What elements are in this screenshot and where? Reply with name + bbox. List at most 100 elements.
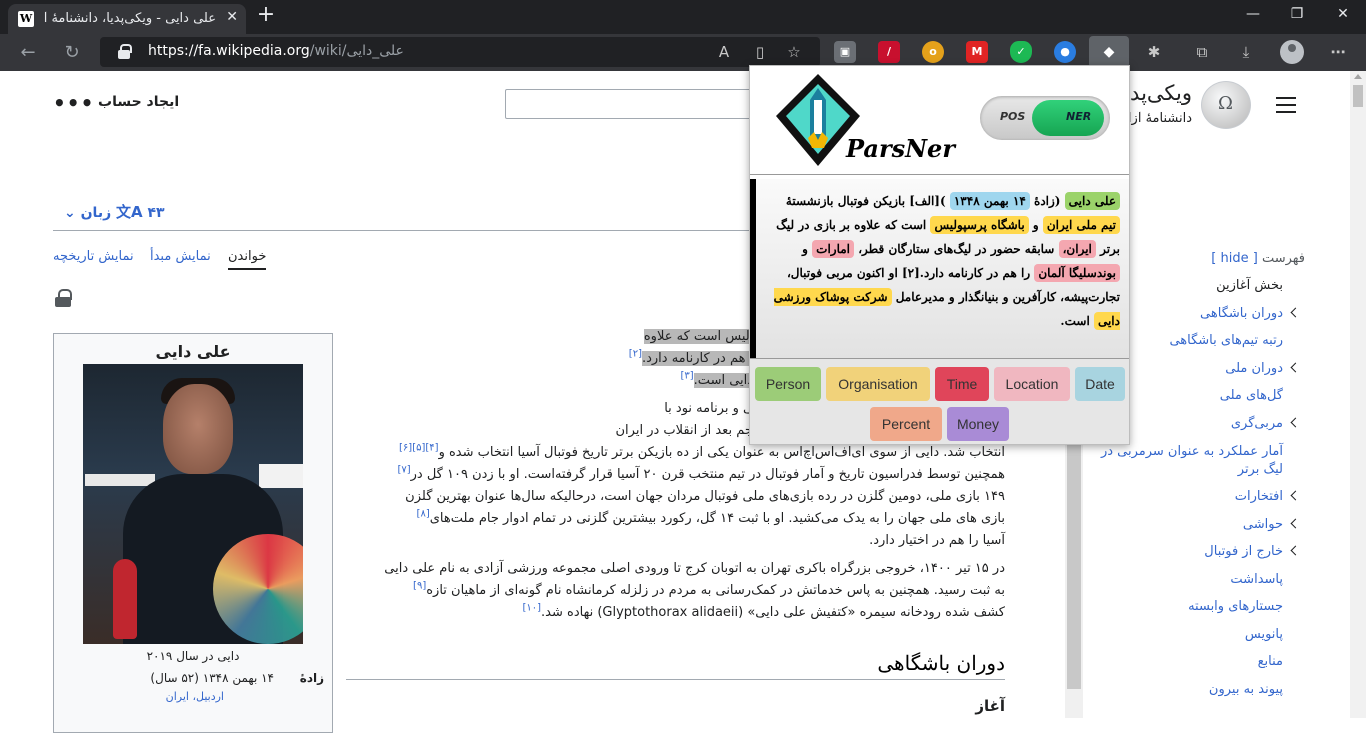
wikipedia-globe-logo[interactable] bbox=[1201, 81, 1251, 129]
toc-item[interactable]: حواشی bbox=[1100, 517, 1305, 545]
entity-organisation: تیم ملی ایران bbox=[1042, 216, 1120, 234]
search-input[interactable] bbox=[505, 89, 760, 119]
toc-item[interactable]: پیوند به بیرون bbox=[1100, 682, 1305, 710]
portrait-image[interactable] bbox=[83, 364, 303, 644]
create-account-link[interactable]: ایجاد حساب bbox=[98, 94, 179, 110]
divider bbox=[750, 174, 1129, 175]
read-aloud-icon[interactable]: A bbox=[712, 40, 736, 64]
extension-shield-icon[interactable]: ✓ bbox=[1010, 41, 1032, 63]
back-arrow-icon[interactable]: ← bbox=[16, 41, 40, 65]
chevron-icon[interactable] bbox=[1290, 417, 1301, 427]
legend-date[interactable]: Date bbox=[1075, 367, 1125, 401]
toc-item-label: منابع bbox=[1257, 654, 1283, 669]
toc-item[interactable]: دوران ملی bbox=[1100, 361, 1305, 389]
main-menu-icon[interactable] bbox=[1276, 97, 1296, 113]
toc-item-label: مربی‌گری bbox=[1230, 415, 1283, 431]
window-close-button[interactable]: ✕ bbox=[1333, 6, 1353, 22]
toc-item[interactable]: دوران باشگاهی bbox=[1100, 306, 1305, 334]
extension-owl-icon[interactable]: o bbox=[922, 41, 944, 63]
entity-location: امارات bbox=[812, 240, 854, 258]
ner-result-text: علی دایی (زادهٔ ۱۴ بهمن ۱۳۴۸ )[الف] بازی… bbox=[773, 192, 1120, 330]
extensions-puzzle-icon[interactable]: ✱ bbox=[1142, 40, 1166, 64]
chevron-icon[interactable] bbox=[1290, 545, 1301, 556]
new-tab-button[interactable]: + bbox=[254, 4, 278, 28]
toc-item[interactable]: جستارهای وابسته bbox=[1100, 599, 1305, 627]
toc-item-label: بخش آغازین bbox=[1216, 278, 1283, 293]
toc-item-label: پیوند به بیرون bbox=[1208, 681, 1283, 697]
wikipedia-wordmark[interactable]: ویکی‌پدیا bbox=[1120, 81, 1192, 105]
chevron-down-icon: ⌄ bbox=[64, 205, 76, 221]
legend-person[interactable]: Person bbox=[755, 367, 821, 401]
portrait-face bbox=[163, 384, 233, 474]
entity-organisation: باشگاه پرسپولیس bbox=[930, 216, 1029, 234]
tab-close-icon[interactable]: ✕ bbox=[226, 9, 238, 25]
chevron-icon[interactable] bbox=[1290, 362, 1301, 372]
toc-item[interactable]: مربی‌گری bbox=[1100, 416, 1305, 444]
minimize-button[interactable]: — bbox=[1243, 6, 1263, 22]
toc-item-label: پاسداشت bbox=[1230, 571, 1283, 587]
chevron-icon[interactable] bbox=[1290, 307, 1301, 317]
parsner-brand: ParsNer bbox=[846, 134, 955, 163]
collections-icon[interactable]: ⧉ bbox=[1190, 40, 1214, 64]
favorite-star-icon[interactable]: ☆ bbox=[782, 40, 806, 64]
lock-icon bbox=[118, 44, 132, 59]
toc-item[interactable]: پانویس bbox=[1100, 627, 1305, 655]
parsner-popup: ParsNer POS NER علی دایی (زادهٔ ۱۴ بهمن … bbox=[749, 65, 1130, 445]
tab-strip: W علی دایی - ویکی‌پدیا، دانشنامهٔ آزاد ✕… bbox=[0, 0, 1366, 34]
more-menu-icon[interactable]: ⋯ bbox=[1326, 40, 1350, 64]
extension-globe-icon[interactable]: ● bbox=[1054, 41, 1076, 63]
legend-location[interactable]: Location bbox=[994, 367, 1070, 401]
toc-scrollbar-thumb[interactable] bbox=[1067, 431, 1081, 689]
wikipedia-page: ویکی‌پدیا دانشنامهٔ آزاد ایجاد حساب ••• … bbox=[0, 71, 1350, 733]
toc-item[interactable]: منابع bbox=[1100, 654, 1305, 682]
scrollbar-thumb[interactable] bbox=[1353, 85, 1363, 107]
legend-time[interactable]: Time bbox=[935, 367, 989, 401]
extension-red-icon[interactable]: / bbox=[878, 41, 900, 63]
extension-mm-icon[interactable]: M bbox=[966, 41, 988, 63]
scroll-up-arrow-icon[interactable] bbox=[1354, 74, 1362, 79]
legend-organisation[interactable]: Organisation bbox=[826, 367, 930, 401]
tab-view-source[interactable]: نمایش مبدأ bbox=[150, 249, 211, 264]
downloads-icon[interactable]: ⤓ bbox=[1234, 40, 1258, 64]
toc-item[interactable]: آمار عملکرد به عنوان سرمربی در لیگ برتر bbox=[1100, 443, 1305, 489]
toc-item[interactable]: خارج از فوتبال bbox=[1100, 544, 1305, 572]
toc-item-label: آمار عملکرد به عنوان سرمربی در لیگ برتر bbox=[1100, 444, 1283, 477]
tab-view-history[interactable]: نمایش تاریخچه bbox=[53, 249, 134, 264]
profile-avatar[interactable] bbox=[1280, 40, 1304, 64]
tab-read[interactable]: خواندن bbox=[228, 249, 267, 270]
toc-item-label: افتخارات bbox=[1234, 489, 1283, 504]
table-of-contents: فهرست [ hide ] بخش آغازین دوران باشگاهی رت… bbox=[1100, 251, 1305, 709]
birthplace-link[interactable]: اردبیل، ایران bbox=[166, 690, 224, 703]
born-value: ۱۴ بهمن ۱۳۴۸ (۵۲ سال) bbox=[150, 671, 274, 685]
toc-item[interactable]: پاسداشت bbox=[1100, 572, 1305, 600]
page-scrollbar[interactable] bbox=[1350, 71, 1366, 718]
reload-icon[interactable]: ↻ bbox=[60, 41, 84, 65]
chevron-icon[interactable] bbox=[1290, 518, 1301, 528]
infobox-title: علی دایی bbox=[155, 342, 231, 361]
legend-percent[interactable]: Percent bbox=[870, 407, 942, 441]
entity-legend: Person Organisation Time Location Date P… bbox=[750, 359, 1129, 444]
maximize-button[interactable]: ❐ bbox=[1287, 6, 1307, 22]
extension-pages-icon[interactable]: ▣ bbox=[834, 41, 856, 63]
entity-person: علی دایی bbox=[1064, 192, 1120, 210]
legend-money[interactable]: Money bbox=[947, 407, 1009, 441]
toc-item-label: جستارهای وابسته bbox=[1188, 599, 1283, 614]
toc-item[interactable]: گل‌های ملی bbox=[1100, 388, 1305, 416]
toc-item[interactable]: بخش آغازین bbox=[1100, 278, 1305, 306]
entity-location: بوندسلیگا آلمان bbox=[1034, 264, 1120, 282]
chevron-icon[interactable] bbox=[1290, 490, 1301, 501]
translate-icon: 文A bbox=[116, 203, 143, 221]
toc-item[interactable]: افتخارات bbox=[1100, 489, 1305, 517]
tab-title: علی دایی - ویکی‌پدیا، دانشنامهٔ آزاد bbox=[44, 11, 216, 26]
browser-tab[interactable]: W علی دایی - ویکی‌پدیا، دانشنامهٔ آزاد ✕ bbox=[8, 4, 246, 34]
toc-title: فهرست bbox=[1261, 251, 1305, 266]
toc-hide-button[interactable]: [ hide ] bbox=[1211, 251, 1258, 266]
pos-ner-toggle[interactable]: POS NER bbox=[980, 96, 1110, 140]
more-options-icon[interactable]: ••• bbox=[53, 91, 94, 115]
toc-item-label: پانویس bbox=[1244, 626, 1283, 642]
language-button[interactable]: 文A ۴۳ زبان ⌄ bbox=[64, 201, 165, 222]
toggle-pos-label: POS bbox=[1000, 110, 1026, 123]
sponsor-board bbox=[85, 474, 155, 486]
toc-item[interactable]: رتبه تیم‌های باشگاهی bbox=[1100, 333, 1305, 361]
immersive-reader-icon[interactable]: ▯ bbox=[748, 40, 772, 64]
